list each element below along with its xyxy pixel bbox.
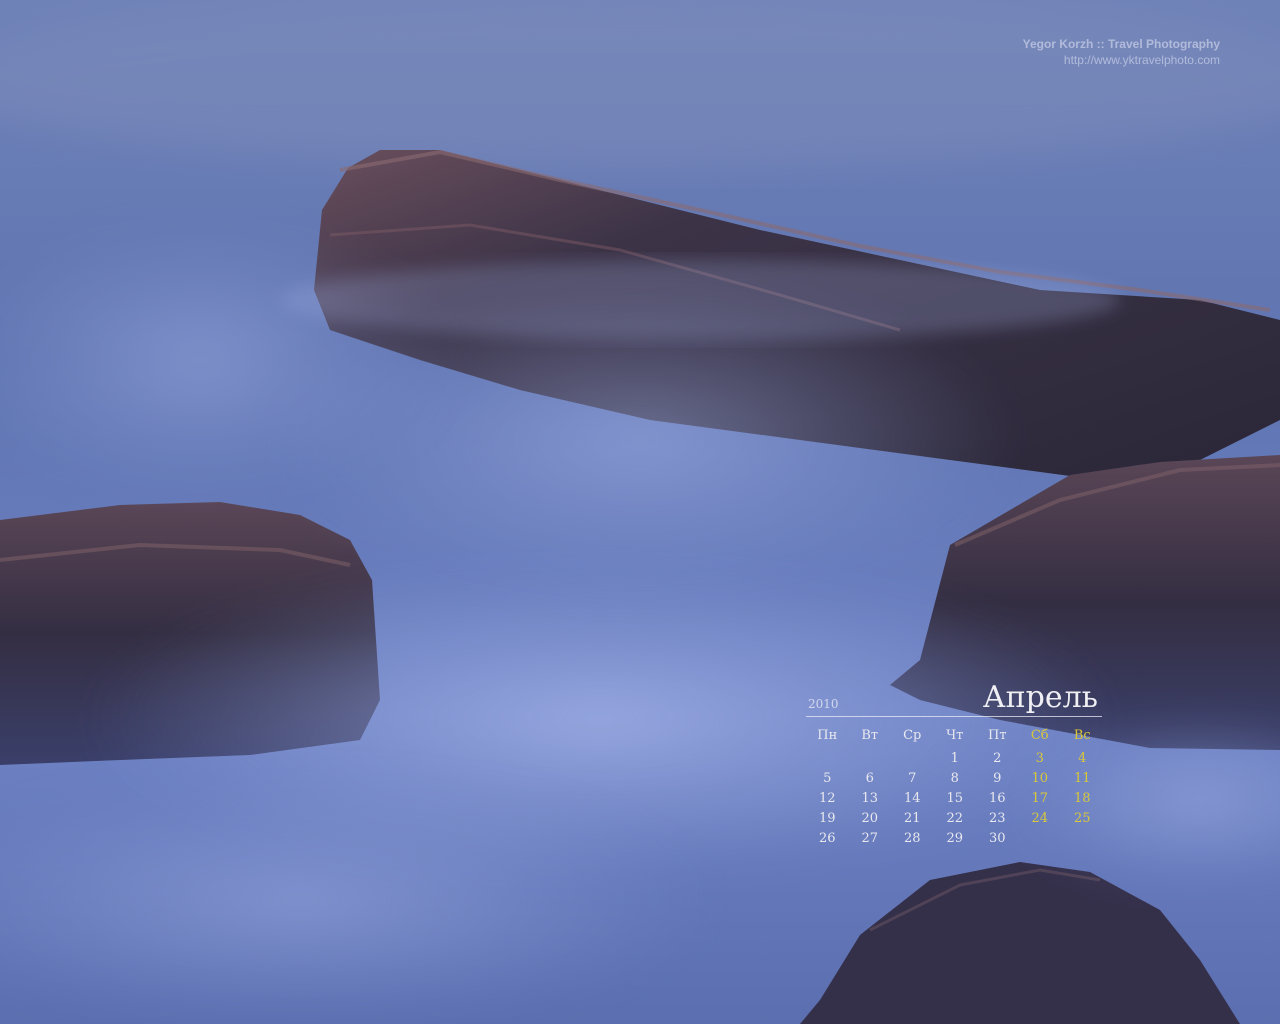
calendar-day: 22 xyxy=(946,811,964,826)
calendar-day: 15 xyxy=(946,791,964,806)
calendar-day: 7 xyxy=(908,771,917,786)
calendar-day: 17 xyxy=(1031,791,1049,806)
calendar-grid: Пн Вт Ср Чт Пт Сб Вс 1 2 3 4 5 6 7 8 9 10 11 12 13 14 15 16 17 1… xyxy=(806,725,1102,849)
calendar-day: 18 xyxy=(1073,791,1091,806)
calendar-day: 23 xyxy=(988,811,1006,826)
calendar-weekday: Сб xyxy=(1030,728,1049,743)
calendar-day: 25 xyxy=(1073,811,1091,826)
calendar-day: 21 xyxy=(903,811,921,826)
calendar-weekday: Вт xyxy=(861,728,879,743)
calendar-day: 3 xyxy=(1035,751,1044,766)
calendar: 2010 Апрель Пн Вт Ср Чт Пт Сб Вс 1 2 3 4 5 6 7 8 9 10 11 1… xyxy=(806,678,1102,849)
calendar-weekday: Пт xyxy=(987,728,1007,743)
calendar-day: 2 xyxy=(993,751,1002,766)
calendar-weekday: Ср xyxy=(903,728,922,743)
calendar-day: 6 xyxy=(865,771,874,786)
calendar-day: 12 xyxy=(818,791,836,806)
credit-name: Yegor Korzh :: Travel Photography xyxy=(1022,37,1220,51)
calendar-weekday: Пн xyxy=(817,728,838,743)
calendar-empty-cell xyxy=(1061,829,1104,849)
photographer-credit: Yegor Korzh :: Travel Photography http:/… xyxy=(1023,36,1220,68)
calendar-day: 24 xyxy=(1031,811,1049,826)
calendar-day: 27 xyxy=(861,831,879,846)
calendar-day: 8 xyxy=(950,771,959,786)
calendar-header: 2010 Апрель xyxy=(806,678,1102,717)
calendar-day: 30 xyxy=(988,831,1006,846)
calendar-day: 29 xyxy=(946,831,964,846)
calendar-day: 5 xyxy=(823,771,832,786)
calendar-day: 13 xyxy=(861,791,879,806)
calendar-weekday: Вс xyxy=(1073,728,1091,743)
calendar-empty-cell xyxy=(849,749,892,769)
calendar-day: 10 xyxy=(1031,771,1049,786)
credit-url: http://www.yktravelphoto.com xyxy=(1063,53,1220,67)
calendar-day: 9 xyxy=(993,771,1002,786)
calendar-day: 16 xyxy=(988,791,1006,806)
calendar-weekday: Чт xyxy=(946,728,964,743)
calendar-day: 19 xyxy=(818,811,836,826)
calendar-month: Апрель xyxy=(982,680,1098,715)
calendar-day: 20 xyxy=(861,811,879,826)
calendar-day: 28 xyxy=(903,831,921,846)
calendar-day: 26 xyxy=(818,831,836,846)
background-photo xyxy=(0,0,1280,1024)
calendar-day: 14 xyxy=(903,791,921,806)
calendar-year: 2010 xyxy=(808,697,839,711)
calendar-day: 11 xyxy=(1073,771,1091,786)
calendar-empty-cell xyxy=(891,749,934,769)
calendar-empty-cell xyxy=(806,749,849,769)
calendar-empty-cell xyxy=(1019,829,1062,849)
calendar-day: 1 xyxy=(950,751,959,766)
calendar-day: 4 xyxy=(1078,751,1087,766)
